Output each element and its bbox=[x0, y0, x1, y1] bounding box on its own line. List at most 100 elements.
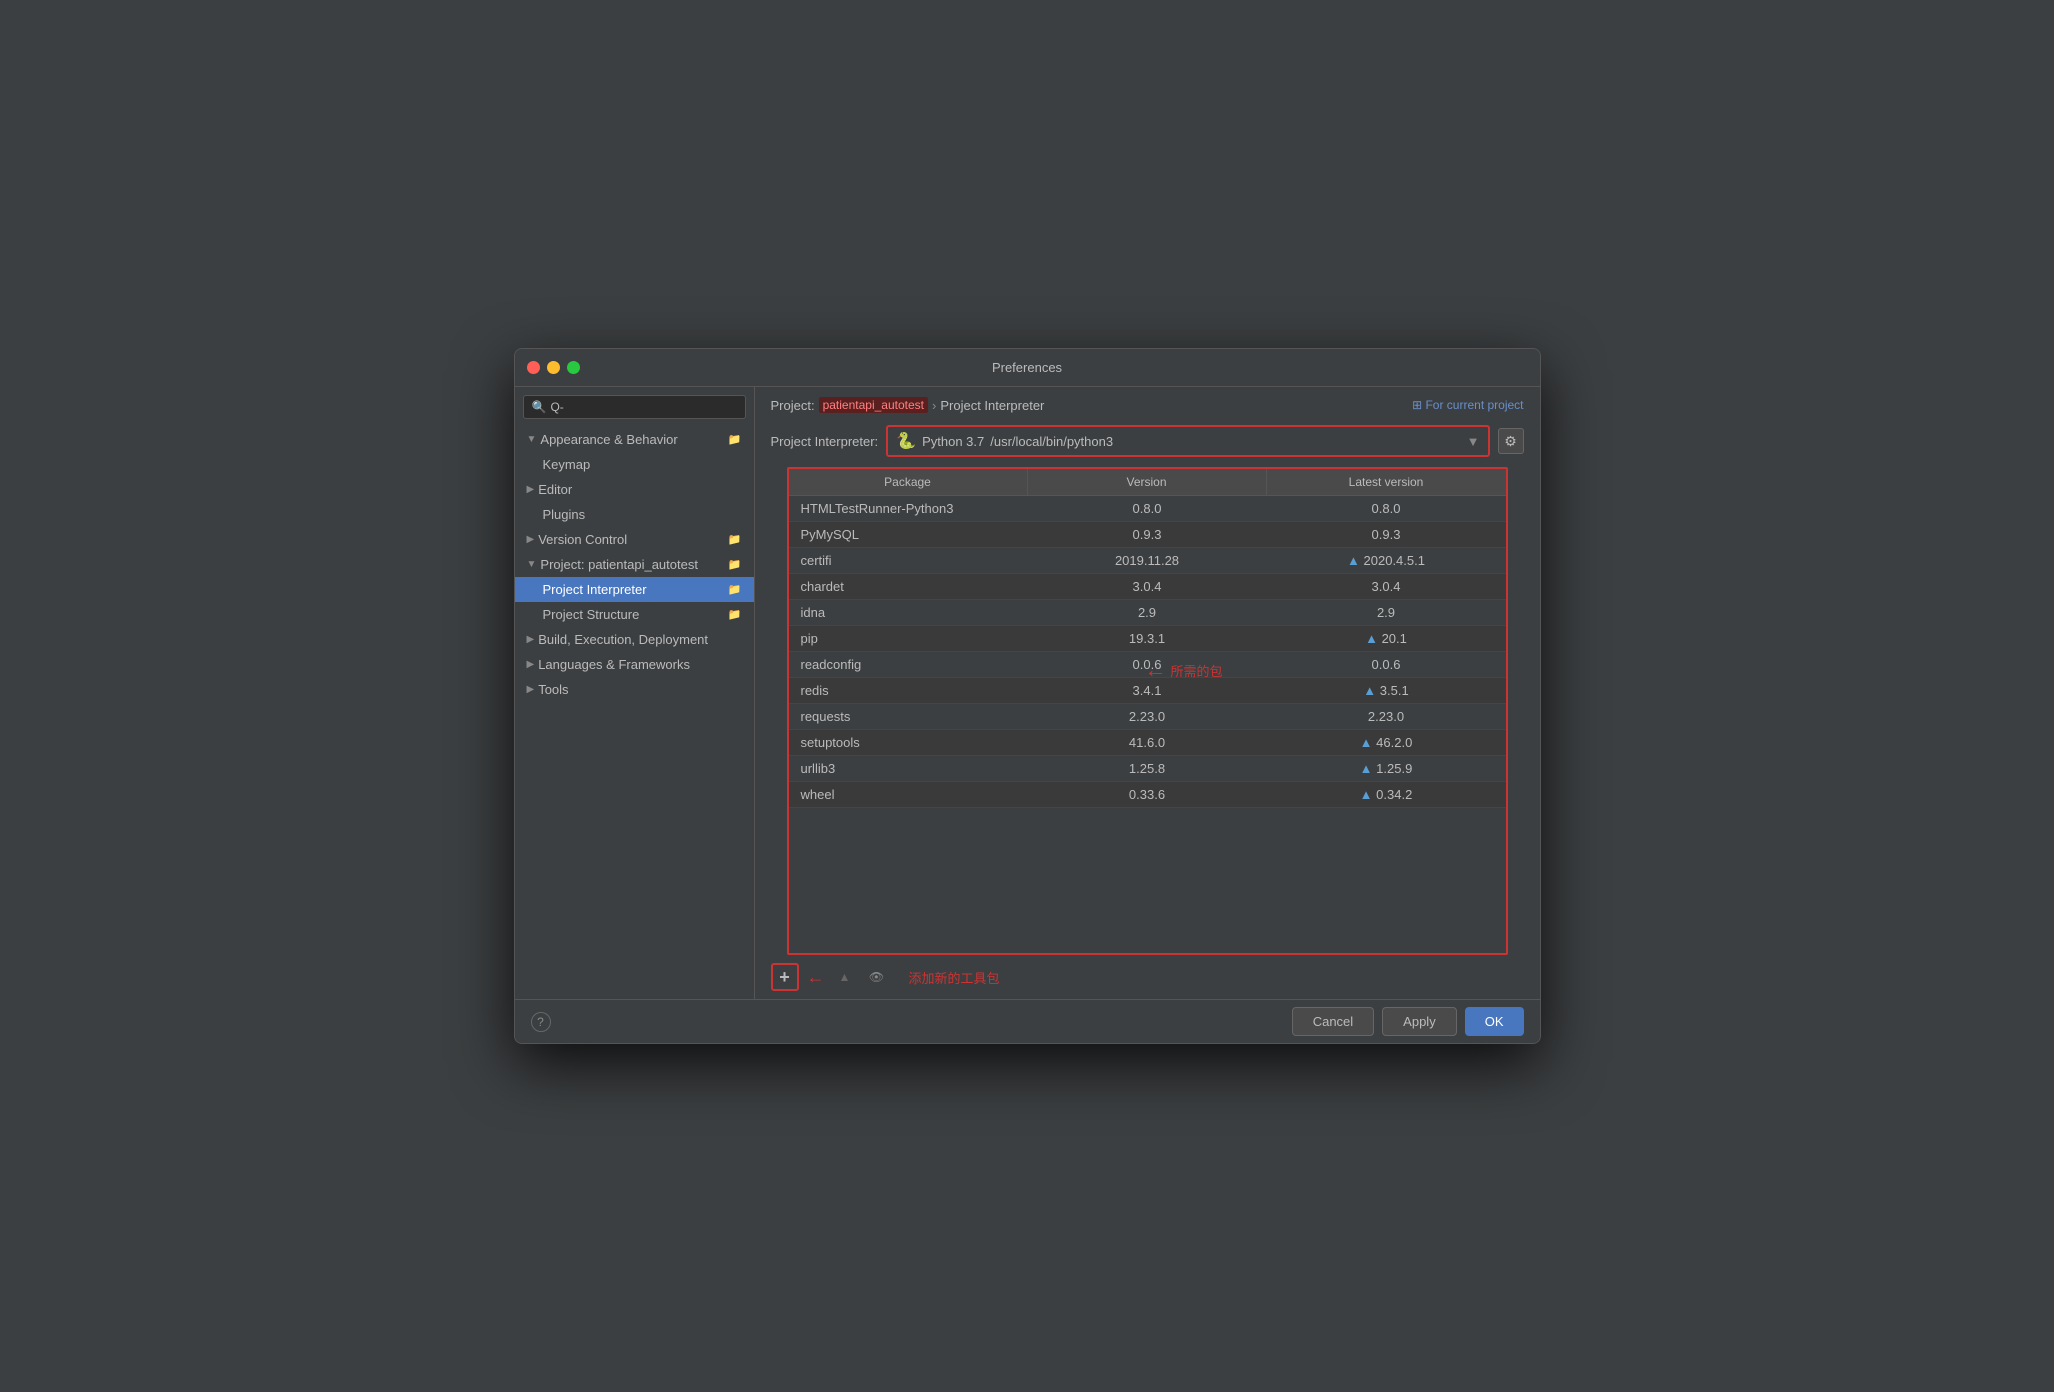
package-name: requests bbox=[789, 704, 1028, 729]
expand-arrow: ▼ bbox=[527, 434, 537, 445]
breadcrumb: Project: patientapi_autotest › Project I… bbox=[755, 387, 1540, 419]
sidebar-item-label: Languages & Frameworks bbox=[538, 657, 690, 672]
package-version: 2019.11.28 bbox=[1028, 548, 1267, 573]
footer: ? Cancel Apply OK bbox=[515, 999, 1540, 1043]
sidebar-item-project[interactable]: ▼ Project: patientapi_autotest 📁 bbox=[515, 552, 754, 577]
sidebar-item-plugins[interactable]: Plugins bbox=[515, 502, 754, 527]
sidebar-item-editor[interactable]: ▶ Editor bbox=[515, 477, 754, 502]
table-row[interactable]: requests2.23.02.23.0 bbox=[789, 704, 1506, 730]
gear-button[interactable]: ⚙ bbox=[1498, 428, 1524, 454]
expand-arrow: ▶ bbox=[527, 684, 535, 695]
sidebar-item-tools[interactable]: ▶ Tools bbox=[515, 677, 754, 702]
sidebar-item-keymap[interactable]: Keymap bbox=[515, 452, 754, 477]
sidebar-item-project-interpreter[interactable]: Project Interpreter 📁 bbox=[515, 577, 754, 602]
sidebar: 🔍 Q- ▼ Appearance & Behavior 📁 Keymap ▶ … bbox=[515, 387, 755, 999]
minimize-button[interactable] bbox=[547, 361, 560, 374]
sidebar-item-build[interactable]: ▶ Build, Execution, Deployment bbox=[515, 627, 754, 652]
interpreter-path: /usr/local/bin/python3 bbox=[990, 434, 1113, 449]
expand-arrow: ▼ bbox=[527, 559, 537, 570]
bottom-toolbar: + ← ▲ 👁 添加新的工具包 bbox=[755, 955, 1540, 999]
package-version: 19.3.1 bbox=[1028, 626, 1267, 651]
expand-arrow: ▶ bbox=[527, 659, 535, 670]
help-button[interactable]: ? bbox=[531, 1012, 551, 1032]
sidebar-item-version-control[interactable]: ▶ Version Control 📁 bbox=[515, 527, 754, 552]
col-package: Package bbox=[789, 469, 1028, 495]
package-wrapper: Package Version Latest version HTMLTestR… bbox=[771, 467, 1524, 955]
sidebar-item-appearance[interactable]: ▼ Appearance & Behavior 📁 bbox=[515, 427, 754, 452]
up-button[interactable]: ▲ bbox=[833, 965, 857, 989]
table-row[interactable]: urllib31.25.8▲ 1.25.9 bbox=[789, 756, 1506, 782]
folder-icon: 📁 bbox=[728, 558, 742, 571]
arrow-left-toolbar-icon: ← bbox=[807, 967, 825, 988]
package-latest: ▲ 1.25.9 bbox=[1267, 756, 1506, 781]
table-row[interactable]: idna2.92.9 bbox=[789, 600, 1506, 626]
package-latest: ▲ 2020.4.5.1 bbox=[1267, 548, 1506, 573]
sidebar-item-label: Project Structure bbox=[543, 607, 640, 622]
col-latest: Latest version bbox=[1267, 469, 1506, 495]
expand-arrow: ▶ bbox=[527, 534, 535, 545]
package-name: setuptools bbox=[789, 730, 1028, 755]
expand-arrow: ▶ bbox=[527, 484, 535, 495]
sidebar-item-label: Appearance & Behavior bbox=[540, 432, 677, 447]
packages-annotation-label: 所需的包 bbox=[1171, 661, 1223, 680]
window-title: Preferences bbox=[992, 360, 1062, 375]
search-box[interactable]: 🔍 Q- bbox=[523, 395, 746, 419]
table-row[interactable]: wheel0.33.6▲ 0.34.2 bbox=[789, 782, 1506, 808]
sidebar-item-label: Build, Execution, Deployment bbox=[538, 632, 708, 647]
interpreter-version: Python 3.7 bbox=[922, 434, 984, 449]
package-latest: 2.23.0 bbox=[1267, 704, 1506, 729]
sidebar-item-label: Editor bbox=[538, 482, 572, 497]
package-name: certifi bbox=[789, 548, 1028, 573]
table-row[interactable]: setuptools41.6.0▲ 46.2.0 bbox=[789, 730, 1506, 756]
right-panel: Project: patientapi_autotest › Project I… bbox=[755, 387, 1540, 999]
project-name: patientapi_autotest bbox=[819, 397, 928, 413]
apply-button[interactable]: Apply bbox=[1382, 1007, 1457, 1036]
folder-icon: 📁 bbox=[728, 433, 742, 446]
packages-annotation: ← 所需的包 bbox=[1145, 657, 1223, 683]
table-row[interactable]: pip19.3.1▲ 20.1 bbox=[789, 626, 1506, 652]
eye-button[interactable]: 👁 bbox=[865, 965, 889, 989]
package-latest: ▲ 0.34.2 bbox=[1267, 782, 1506, 807]
package-name: readconfig bbox=[789, 652, 1028, 677]
table-body: HTMLTestRunner-Python30.8.00.8.0PyMySQL0… bbox=[789, 496, 1506, 953]
package-name: wheel bbox=[789, 782, 1028, 807]
main-area: Package Version Latest version HTMLTestR… bbox=[755, 467, 1540, 999]
arrow-left-icon: ← bbox=[1145, 657, 1167, 683]
package-name: idna bbox=[789, 600, 1028, 625]
add-package-button[interactable]: + bbox=[771, 963, 799, 991]
folder-icon: 📁 bbox=[728, 608, 742, 621]
close-button[interactable] bbox=[527, 361, 540, 374]
table-row[interactable]: PyMySQL0.9.30.9.3 bbox=[789, 522, 1506, 548]
interpreter-label: Project Interpreter: bbox=[771, 434, 879, 449]
main-content: 🔍 Q- ▼ Appearance & Behavior 📁 Keymap ▶ … bbox=[515, 387, 1540, 999]
table-row[interactable]: certifi2019.11.28▲ 2020.4.5.1 bbox=[789, 548, 1506, 574]
package-version: 0.9.3 bbox=[1028, 522, 1267, 547]
package-latest: 3.0.4 bbox=[1267, 574, 1506, 599]
sidebar-item-label: Version Control bbox=[538, 532, 627, 547]
sidebar-item-label: Keymap bbox=[543, 457, 591, 472]
package-latest: ▲ 20.1 bbox=[1267, 626, 1506, 651]
maximize-button[interactable] bbox=[567, 361, 580, 374]
package-latest: 0.9.3 bbox=[1267, 522, 1506, 547]
ok-button[interactable]: OK bbox=[1465, 1007, 1524, 1036]
package-name: HTMLTestRunner-Python3 bbox=[789, 496, 1028, 521]
python-icon: 🐍 bbox=[896, 431, 916, 451]
package-name: pip bbox=[789, 626, 1028, 651]
search-placeholder: Q- bbox=[550, 400, 563, 414]
for-current-project[interactable]: ⊞ For current project bbox=[1412, 398, 1523, 412]
project-label: Project: bbox=[771, 398, 815, 413]
expand-arrow: ▶ bbox=[527, 634, 535, 645]
table-row[interactable]: chardet3.0.43.0.4 bbox=[789, 574, 1506, 600]
sidebar-item-languages[interactable]: ▶ Languages & Frameworks bbox=[515, 652, 754, 677]
help-icon: ? bbox=[537, 1015, 544, 1029]
cancel-button[interactable]: Cancel bbox=[1292, 1007, 1374, 1036]
sidebar-item-project-structure[interactable]: Project Structure 📁 bbox=[515, 602, 754, 627]
package-version: 41.6.0 bbox=[1028, 730, 1267, 755]
footer-buttons: Cancel Apply OK bbox=[1292, 1007, 1524, 1036]
package-name: PyMySQL bbox=[789, 522, 1028, 547]
folder-icon: 📁 bbox=[728, 583, 742, 596]
table-row[interactable]: HTMLTestRunner-Python30.8.00.8.0 bbox=[789, 496, 1506, 522]
col-version: Version bbox=[1028, 469, 1267, 495]
add-package-annotation: 添加新的工具包 bbox=[909, 968, 1000, 987]
interpreter-select[interactable]: 🐍 Python 3.7 /usr/local/bin/python3 ▼ bbox=[886, 425, 1489, 457]
